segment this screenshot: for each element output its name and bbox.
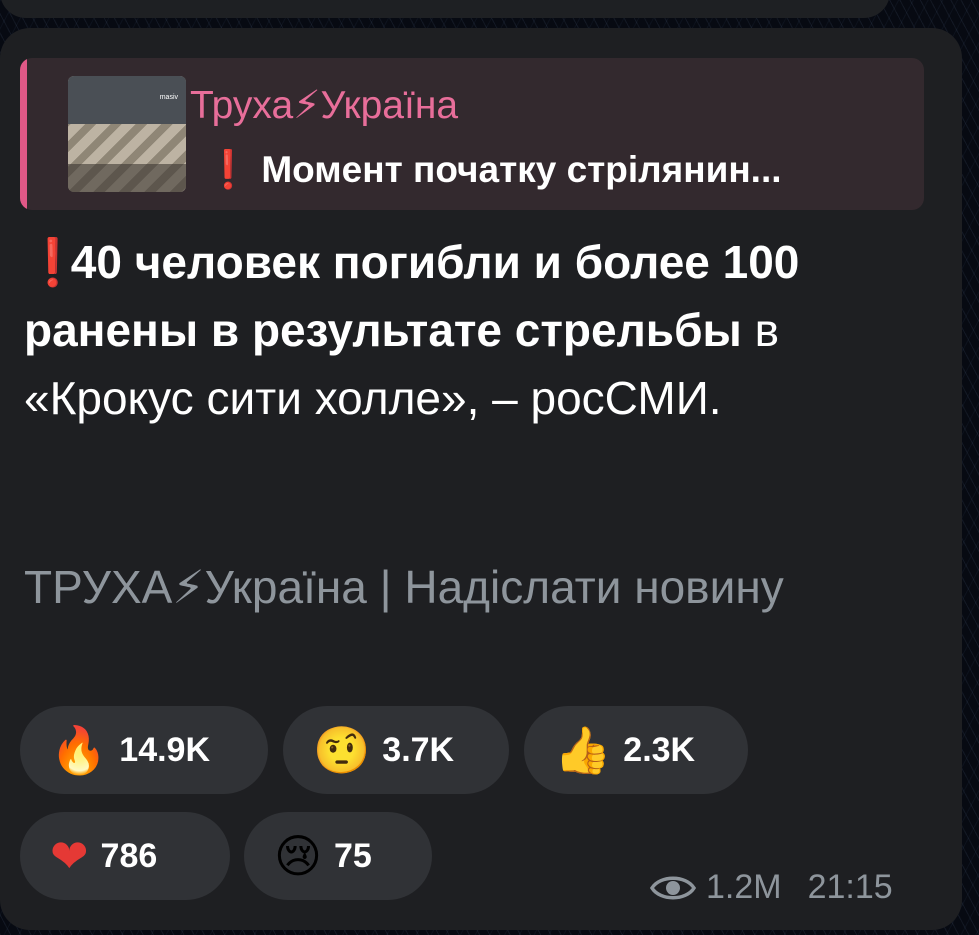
reaction-count: 14.9K	[119, 730, 211, 769]
raised-eyebrow-face-icon: 🤨	[313, 723, 371, 777]
exclamation-icon: ❗	[24, 236, 82, 288]
crying-face-icon: 😢	[274, 829, 322, 883]
reaction-count: 786	[100, 836, 158, 875]
reply-message-text: ❗ Момент початку стрілянин...	[205, 149, 782, 190]
reaction-thumbs-up[interactable]: 👍 2.3K	[524, 706, 748, 794]
message-meta: 1.2M 21:15	[650, 868, 893, 907]
reaction-heart[interactable]: ❤ 786	[20, 812, 230, 900]
eye-icon	[650, 876, 696, 899]
reply-thumbnail: masiv	[68, 76, 186, 192]
red-heart-icon: ❤	[50, 829, 89, 883]
channel-signature-link[interactable]: ТРУХА⚡Україна | Надіслати новину	[24, 553, 924, 621]
previous-message-bubble[interactable]	[0, 0, 890, 18]
view-count: 1.2M	[706, 868, 782, 906]
reaction-fire[interactable]: 🔥 14.9K	[20, 706, 268, 794]
fire-icon: 🔥	[50, 723, 108, 777]
reaction-count: 2.3K	[623, 730, 696, 769]
reaction-raised-eyebrow[interactable]: 🤨 3.7K	[283, 706, 509, 794]
message-text: ❗ 40 человек погибли и более 100 ранены …	[24, 228, 924, 432]
reply-channel-name: Труха⚡Україна	[190, 84, 459, 127]
reaction-crying[interactable]: 😢 75	[244, 812, 432, 900]
message-text-bold: 40 человек погибли и более 100 ранены в …	[24, 236, 800, 356]
reply-thumbnail-watermark: masiv	[159, 94, 178, 101]
reaction-count: 75	[333, 836, 372, 875]
message-time: 21:15	[807, 868, 893, 906]
reaction-count: 3.7K	[382, 730, 455, 769]
reply-accent-bar	[20, 58, 27, 210]
thumbs-up-icon: 👍	[554, 723, 612, 777]
